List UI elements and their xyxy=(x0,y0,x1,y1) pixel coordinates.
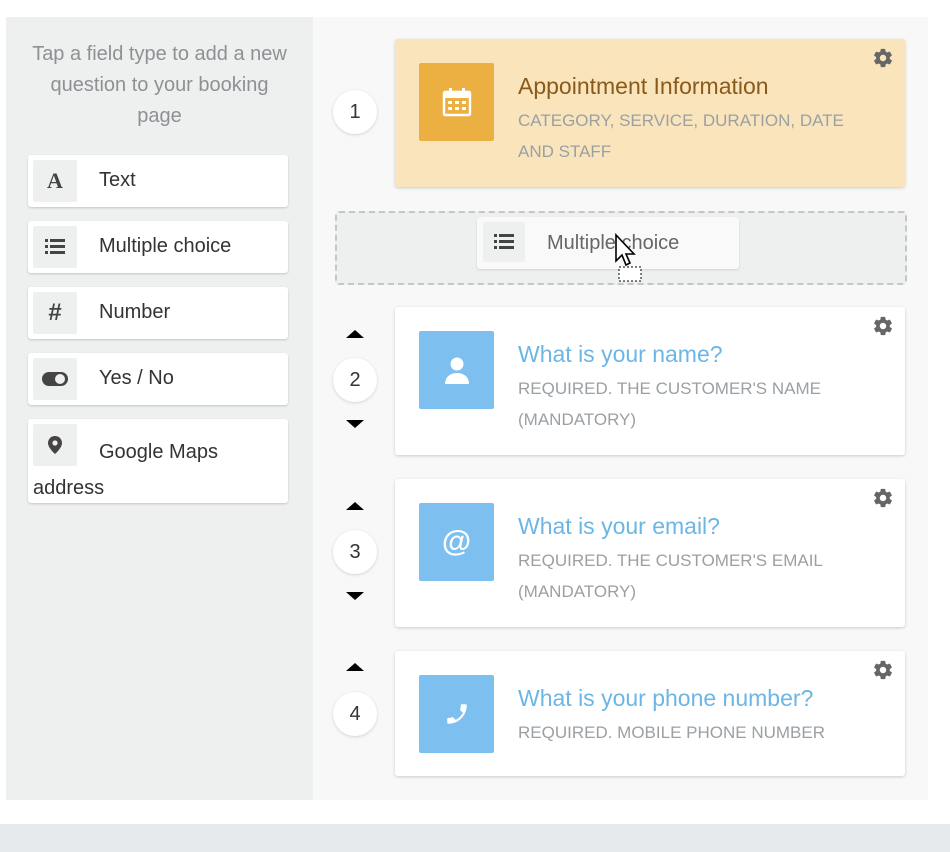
gear-icon[interactable] xyxy=(872,47,894,69)
field-type-multiple-choice[interactable]: Multiple choice xyxy=(28,221,288,273)
footer-bar xyxy=(0,824,950,852)
drop-zone[interactable]: Multiple choice xyxy=(335,211,907,285)
field-type-label: Yes / No xyxy=(99,367,174,389)
map-pin-icon xyxy=(33,424,77,466)
toggle-icon xyxy=(33,358,77,400)
list-icon xyxy=(483,222,525,262)
question-number: 3 xyxy=(333,530,377,574)
hash-icon: # xyxy=(33,292,77,334)
question-subtitle: REQUIRED. THE CUSTOMER'S NAME (MANDATORY… xyxy=(518,379,821,429)
field-type-label: Number xyxy=(99,301,171,323)
gear-icon[interactable] xyxy=(872,315,894,337)
field-type-sidebar: Tap a field type to add a new question t… xyxy=(6,17,313,800)
question-title: What is your name? xyxy=(518,341,723,367)
calendar-icon xyxy=(419,63,494,141)
question-number: 1 xyxy=(333,90,377,134)
user-icon xyxy=(419,331,494,409)
field-type-yes-no[interactable]: Yes / No xyxy=(28,353,288,405)
at-sign-icon: @ xyxy=(419,503,494,581)
form-builder: 1 Appointment Information CATEGORY, SERV… xyxy=(313,17,928,800)
field-type-number[interactable]: # Number xyxy=(28,287,288,339)
field-type-label: Text xyxy=(99,169,136,191)
sidebar-hint: Tap a field type to add a new question t… xyxy=(32,43,287,127)
field-type-google-maps-address[interactable]: Google Maps address xyxy=(28,419,288,503)
question-number: 2 xyxy=(333,358,377,402)
question-title: What is your email? xyxy=(518,513,720,539)
question-subtitle: REQUIRED. MOBILE PHONE NUMBER xyxy=(518,723,825,742)
drag-cursor-icon xyxy=(615,233,642,282)
question-title: What is your phone number? xyxy=(518,685,814,711)
question-number: 4 xyxy=(333,692,377,736)
question-subtitle: REQUIRED. THE CUSTOMER'S EMAIL (MANDATOR… xyxy=(518,551,823,601)
phone-icon xyxy=(419,675,494,753)
question-card-phone-number[interactable]: What is your phone number? REQUIRED. MOB… xyxy=(395,651,905,776)
move-down-arrow-icon[interactable] xyxy=(344,589,366,603)
dragged-field-multiple-choice[interactable]: Multiple choice xyxy=(477,217,739,269)
question-card-name[interactable]: What is your name? REQUIRED. THE CUSTOME… xyxy=(395,307,905,455)
move-up-arrow-icon[interactable] xyxy=(344,499,366,513)
question-subtitle: CATEGORY, SERVICE, DURATION, DATE AND ST… xyxy=(518,111,844,161)
text-format-icon: A xyxy=(33,160,77,202)
question-title: Appointment Information xyxy=(518,73,769,99)
move-down-arrow-icon[interactable] xyxy=(344,417,366,431)
field-type-text[interactable]: A Text xyxy=(28,155,288,207)
move-up-arrow-icon[interactable] xyxy=(344,660,366,674)
list-icon xyxy=(33,226,77,268)
question-card-email[interactable]: @ What is your email? REQUIRED. THE CUST… xyxy=(395,479,905,627)
field-type-label: Multiple choice xyxy=(99,235,232,257)
question-card-appointment-information[interactable]: Appointment Information CATEGORY, SERVIC… xyxy=(395,39,905,187)
gear-icon[interactable] xyxy=(872,659,894,681)
gear-icon[interactable] xyxy=(872,487,894,509)
move-up-arrow-icon[interactable] xyxy=(344,327,366,341)
